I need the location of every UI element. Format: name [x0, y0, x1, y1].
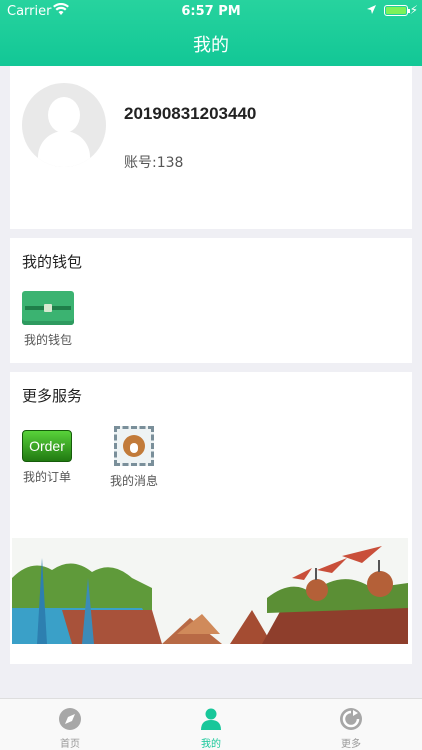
services-section: 更多服务 Order 我的订单 我的消息 — [10, 372, 412, 664]
username: 20190831203440 — [124, 104, 257, 123]
order-icon: Order — [22, 430, 72, 462]
section-title-wallet: 我的钱包 — [22, 253, 83, 271]
tab-bar: 首页 我的 更多 — [0, 698, 422, 750]
account-number: 账号:138 — [124, 155, 184, 171]
wallet-tile[interactable]: 我的钱包 — [22, 291, 74, 348]
avatar[interactable] — [22, 83, 106, 167]
messages-tile[interactable]: 我的消息 — [110, 426, 158, 489]
refresh-icon — [339, 707, 363, 731]
tab-mine[interactable]: 我的 — [171, 707, 251, 750]
profile-card[interactable]: 20190831203440 账号:138 — [10, 66, 412, 229]
clock: 6:57 PM — [181, 4, 241, 19]
wallet-tile-label: 我的钱包 — [23, 333, 72, 347]
messages-tile-label: 我的消息 — [110, 474, 159, 488]
wallet-section: 我的钱包 我的钱包 — [10, 238, 412, 363]
wallet-icon — [22, 291, 74, 325]
banner-illustration — [12, 538, 408, 644]
user-icon — [199, 707, 223, 731]
orders-tile-label: 我的订单 — [22, 470, 71, 484]
tab-mine-label: 我的 — [201, 739, 221, 750]
compass-icon — [58, 707, 82, 731]
section-title-services: 更多服务 — [22, 387, 83, 405]
tab-more[interactable]: 更多 — [311, 707, 391, 750]
page-title: 我的 — [193, 35, 229, 56]
charging-bolt-icon: ⚡ — [409, 3, 418, 17]
header: Carrier 6:57 PM ⚡ 我的 — [0, 0, 422, 66]
orders-tile[interactable]: Order 我的订单 — [22, 430, 72, 485]
message-stamp-icon — [114, 426, 154, 466]
battery-icon — [384, 5, 410, 16]
tab-more-label: 更多 — [341, 739, 361, 750]
tab-home[interactable]: 首页 — [30, 707, 110, 750]
status-bar: Carrier 6:57 PM ⚡ — [0, 0, 422, 22]
tab-home-label: 首页 — [60, 739, 80, 750]
location-arrow-icon — [366, 4, 377, 19]
